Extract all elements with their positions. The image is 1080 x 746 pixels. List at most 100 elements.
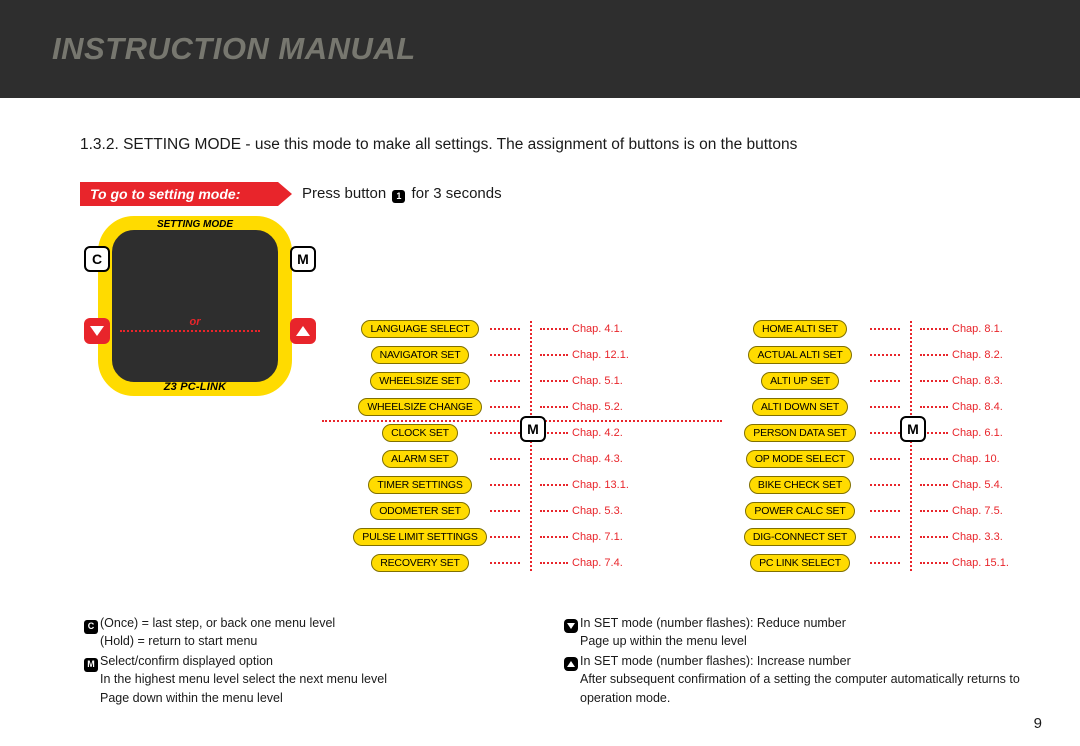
vertical-connector: [530, 321, 532, 571]
legend-left: C (Once) = last step, or back one menu l…: [82, 614, 562, 709]
setting-pill: PULSE LIMIT SETTINGS: [353, 528, 486, 546]
triangle-up-icon: [296, 326, 310, 336]
m-button-icon: M: [290, 246, 316, 272]
device-body: SETTING MODE Z3 PC-LINK or: [98, 216, 292, 396]
setting-row: WHEELSIZE CHANGEChap. 5.2.: [350, 394, 670, 420]
device-diagram: SETTING MODE Z3 PC-LINK or C M: [80, 216, 320, 406]
chapter-ref: Chap. 4.3.: [572, 453, 623, 465]
dotted-connector: [870, 328, 900, 330]
dotted-connector: [490, 484, 520, 486]
setting-row: WHEELSIZE SET Chap. 5.1.: [350, 368, 670, 394]
setting-pill: ALTI DOWN SET: [752, 398, 848, 416]
setting-row: RECOVERY SETChap. 7.4.: [350, 550, 670, 576]
chapter-ref: Chap. 8.2.: [952, 349, 1003, 361]
page-number: 9: [1034, 715, 1042, 732]
dotted-connector: [870, 432, 900, 434]
m-badge-icon: M: [520, 416, 546, 442]
chapter-ref: Chap. 15.1.: [952, 557, 1009, 569]
setting-pill: RECOVERY SET: [371, 554, 469, 572]
m-badge-icon: M: [900, 416, 926, 442]
chapter-ref: Chap. 10.: [952, 453, 1000, 465]
dotted-connector: [920, 328, 948, 330]
chapter-ref: Chap. 8.3.: [952, 375, 1003, 387]
ribbon-label: To go to setting mode:: [90, 186, 240, 202]
dotted-connector: [540, 562, 568, 564]
c-button-icon: C: [84, 246, 110, 272]
chapter-ref: Chap. 8.1.: [952, 323, 1003, 335]
dotted-connector: [540, 510, 568, 512]
dotted-connector: [920, 354, 948, 356]
triangle-down-icon: [90, 326, 104, 336]
setting-pill: OP MODE SELECT: [746, 450, 854, 468]
dotted-connector: [540, 380, 568, 382]
setting-pill: NAVIGATOR SET: [371, 346, 470, 364]
legend-right: In SET mode (number flashes): Reduce num…: [562, 614, 1042, 709]
dotted-connector: [540, 406, 568, 408]
device-or-label: or: [190, 316, 201, 328]
chapter-ref: Chap. 12.1.: [572, 349, 629, 361]
setting-row: NAVIGATOR SET Chap. 12.1.: [350, 342, 670, 368]
setting-row: POWER CALC SET Chap. 7.5.: [730, 498, 1050, 524]
setting-row: ACTUAL ALTI SET Chap. 8.2.: [730, 342, 1050, 368]
dotted-connector: [870, 484, 900, 486]
intro-text: 1.3.2. SETTING MODE - use this mode to m…: [80, 136, 1028, 154]
up-button-icon: [290, 318, 316, 344]
dotted-connector: [870, 354, 900, 356]
setting-pill: ACTUAL ALTI SET: [748, 346, 851, 364]
setting-pill: PERSON DATA SET: [744, 424, 855, 442]
setting-pill: POWER CALC SET: [745, 502, 854, 520]
page-header: INSTRUCTION MANUAL: [0, 0, 1080, 98]
chapter-ref: Chap. 8.4.: [952, 401, 1003, 413]
dotted-connector: [490, 406, 520, 408]
vertical-connector: [910, 321, 912, 571]
dotted-connector: [540, 354, 568, 356]
down-icon: [564, 619, 578, 633]
dotted-connector: [870, 510, 900, 512]
dotted-connector: [490, 432, 520, 434]
chapter-ref: Chap. 5.1.: [572, 375, 623, 387]
settings-columns: M LANGUAGE SELECTChap. 4.1.NAVIGATOR SET…: [350, 316, 1050, 576]
chapter-ref: Chap. 4.1.: [572, 323, 623, 335]
dotted-connector: [490, 354, 520, 356]
chapter-ref: Chap. 7.5.: [952, 505, 1003, 517]
setting-row: DIG-CONNECT SETChap. 3.3.: [730, 524, 1050, 550]
dotted-connector: [920, 510, 948, 512]
setting-pill: BIKE CHECK SET: [749, 476, 851, 494]
setting-row: BIKE CHECK SETChap. 5.4.: [730, 472, 1050, 498]
setting-pill: TIMER SETTINGS: [368, 476, 471, 494]
device-bottom-label: Z3 PC-LINK: [164, 381, 227, 393]
setting-pill: DIG-CONNECT SET: [744, 528, 856, 546]
setting-row: ALTI UP SET Chap. 8.3.: [730, 368, 1050, 394]
setting-pill: PC LINK SELECT: [750, 554, 850, 572]
content-area: 1.3.2. SETTING MODE - use this mode to m…: [0, 98, 1080, 406]
dotted-connector: [920, 484, 948, 486]
setting-pill: WHEELSIZE SET: [370, 372, 469, 390]
settings-column-2: M HOME ALTI SET Chap. 8.1. ACTUAL ALTI SET…: [730, 316, 1050, 576]
setting-row: OP MODE SELECT Chap. 10.: [730, 446, 1050, 472]
dotted-connector: [870, 406, 900, 408]
setting-pill: ALTI UP SET: [761, 372, 839, 390]
dotted-connector: [870, 536, 900, 538]
dotted-connector: [540, 536, 568, 538]
dotted-connector: [870, 458, 900, 460]
button-1-icon: 1: [392, 190, 405, 203]
dotted-connector: [490, 328, 520, 330]
dotted-connector: [920, 406, 948, 408]
setting-row: PULSE LIMIT SETTINGS Chap. 7.1.: [350, 524, 670, 550]
setting-pill: WHEELSIZE CHANGE: [358, 398, 481, 416]
setting-row: ALTI DOWN SET Chap. 8.4.: [730, 394, 1050, 420]
chapter-ref: Chap. 7.1.: [572, 531, 623, 543]
dotted-connector-inside: [120, 330, 260, 332]
setting-row: PERSON DATA SETChap. 6.1.: [730, 420, 1050, 446]
chapter-ref: Chap. 4.2.: [572, 427, 623, 439]
dotted-connector: [540, 484, 568, 486]
page-title: INSTRUCTION MANUAL: [52, 31, 416, 67]
legend: C (Once) = last step, or back one menu l…: [82, 614, 1042, 709]
setting-row: ODOMETER SETChap. 5.3.: [350, 498, 670, 524]
dotted-connector: [870, 562, 900, 564]
dotted-connector: [920, 562, 948, 564]
ribbon-instruction: Press button 1 for 3 seconds: [302, 185, 502, 203]
setting-pill: ODOMETER SET: [370, 502, 470, 520]
setting-pill: HOME ALTI SET: [753, 320, 847, 338]
dotted-connector: [870, 380, 900, 382]
